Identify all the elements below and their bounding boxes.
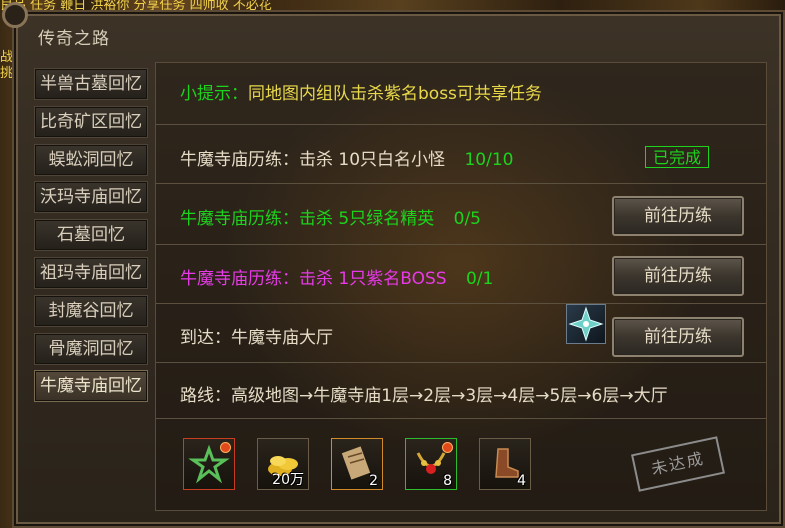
sidebar-item-biqi[interactable]: 比奇矿区回忆 [34,105,148,138]
sidebar: 半兽古墓回忆 比奇矿区回忆 蜈蚣洞回忆 沃玛寺庙回忆 石墓回忆 祖玛寺庙回忆 封… [34,68,148,408]
divider [156,418,766,419]
reward-slot[interactable]: 2 [331,438,383,490]
reward-slot[interactable]: 8 [405,438,457,490]
divider [156,244,766,245]
star-medal-icon [184,444,234,493]
reward-slot[interactable]: 4 [479,438,531,490]
reward-slot[interactable]: 20万 [257,438,309,490]
sidebar-item-banshou[interactable]: 半兽古墓回忆 [34,68,148,100]
reward-new-dot [220,442,231,453]
teleport-star-icon[interactable] [566,304,606,344]
task-progress: 10/10 [464,150,514,170]
sidebar-item-fengmo[interactable]: 封魔谷回忆 [34,294,148,327]
reward-slot[interactable] [183,438,235,490]
reward-count: 2 [369,473,378,489]
task-name: 牛魔寺庙历练：击杀 5只绿名精英 [180,209,435,229]
reward-count: 8 [443,473,452,489]
reward-new-dot [442,442,453,453]
task-name: 牛魔寺庙历练：击杀 1只紫名BOSS [180,269,447,289]
divider [156,124,766,125]
quest-content: 小提示：同地图内组队击杀紫名boss可共享任务 牛魔寺庙历练：击杀 10只白名小… [155,62,767,511]
task-progress: 0/5 [453,209,481,229]
divider [156,362,766,363]
tip-text: 同地图内组队击杀紫名boss可共享任务 [248,84,542,104]
sidebar-item-zuma[interactable]: 祖玛寺庙回忆 [34,256,148,289]
route-line: 路线：高级地图→牛魔寺庙1层→2层→3层→4层→5层→6层→大厅 [180,386,668,406]
sidebar-item-woma[interactable]: 沃玛寺庙回忆 [34,181,148,214]
tip-label: 小提示： [180,84,248,104]
sidebar-item-niumo[interactable]: 牛魔寺庙回忆 [34,370,148,403]
reward-count: 4 [517,473,526,489]
go-train-button[interactable]: 前往历练 [612,256,744,296]
task-name: 到达：牛魔寺庙大厅 [180,328,333,348]
reward-count: 20万 [272,472,304,488]
sidebar-item-gumo[interactable]: 骨魔洞回忆 [34,332,148,365]
go-train-button[interactable]: 前往历练 [612,317,744,357]
completed-badge: 已完成 [645,146,709,168]
go-train-button[interactable]: 前往历练 [612,196,744,236]
sidebar-item-shimu[interactable]: 石墓回忆 [34,219,148,252]
divider [156,183,766,184]
task-name: 牛魔寺庙历练：击杀 10只白名小怪 [180,150,446,170]
sidebar-item-wugong[interactable]: 蜈蚣洞回忆 [34,143,148,176]
divider [156,303,766,304]
tip-line: 小提示：同地图内组队击杀紫名boss可共享任务 [180,79,785,104]
not-completed-stamp: 未达成 [631,436,725,492]
window-title: 传奇之路 [38,29,110,49]
panel-corner-ornament [2,2,28,28]
task-progress: 0/1 [465,269,494,289]
